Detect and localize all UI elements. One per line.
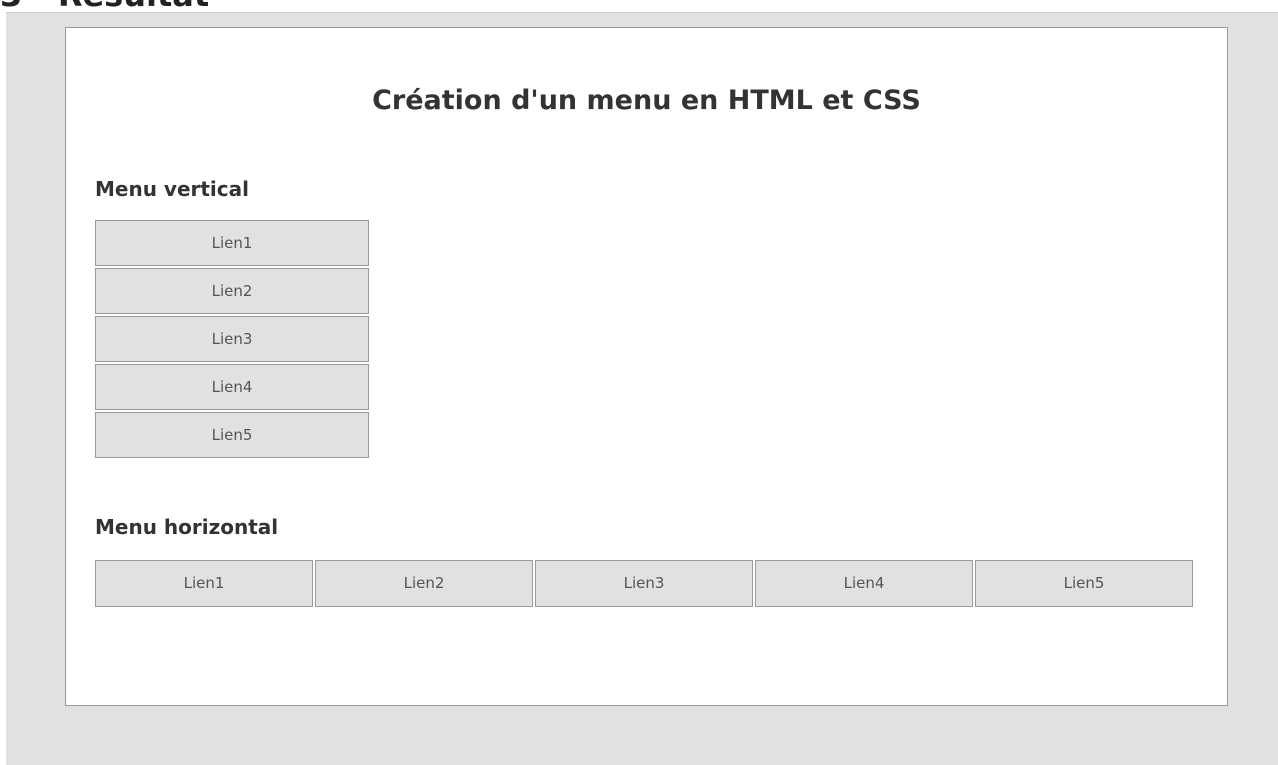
vertical-menu-item-5[interactable]: Lien5 [95, 412, 369, 458]
vertical-menu-item-2[interactable]: Lien2 [95, 268, 369, 314]
horizontal-menu-item-4[interactable]: Lien4 [755, 560, 973, 607]
demo-panel: Création d'un menu en HTML et CSS Menu v… [65, 27, 1228, 706]
horizontal-menu-item-1[interactable]: Lien1 [95, 560, 313, 607]
horizontal-menu-item-5[interactable]: Lien5 [975, 560, 1193, 607]
section-heading: 3 - Résultat [0, 0, 600, 12]
vertical-menu-item-1[interactable]: Lien1 [95, 220, 369, 266]
horizontal-menu-item-2[interactable]: Lien2 [315, 560, 533, 607]
vertical-menu-title: Menu vertical [95, 177, 249, 201]
vertical-menu-item-3[interactable]: Lien3 [95, 316, 369, 362]
horizontal-menu-title: Menu horizontal [95, 515, 279, 539]
horizontal-menu-item-3[interactable]: Lien3 [535, 560, 753, 607]
result-frame: Création d'un menu en HTML et CSS Menu v… [6, 12, 1278, 765]
vertical-menu: Lien1 Lien2 Lien3 Lien4 Lien5 [95, 220, 369, 460]
horizontal-menu: Lien1 Lien2 Lien3 Lien4 Lien5 [95, 560, 1195, 607]
page-title: Création d'un menu en HTML et CSS [372, 85, 921, 116]
vertical-menu-item-4[interactable]: Lien4 [95, 364, 369, 410]
